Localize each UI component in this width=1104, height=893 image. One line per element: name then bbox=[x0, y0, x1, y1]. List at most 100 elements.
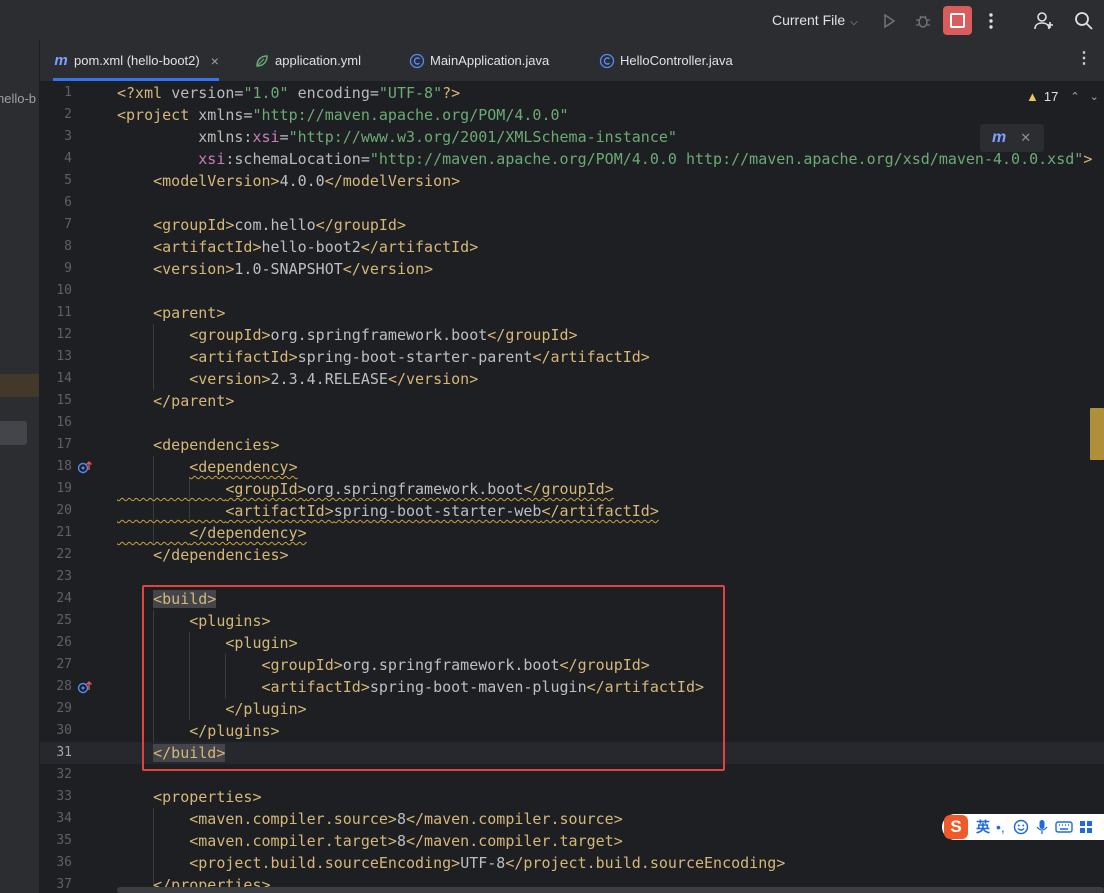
line-number: 1 bbox=[64, 85, 72, 100]
warning-icon: ▲ bbox=[1026, 88, 1039, 104]
close-icon[interactable]: ✕ bbox=[1020, 130, 1031, 146]
line-number: 24 bbox=[56, 591, 72, 606]
line-number: 10 bbox=[56, 283, 72, 298]
tab-pom-xml[interactable]: m pom.xml (hello-boot2) × bbox=[53, 40, 219, 81]
line-number: 23 bbox=[56, 569, 72, 584]
java-class-icon bbox=[599, 53, 615, 69]
line-number: 22 bbox=[56, 547, 72, 562]
line-number: 12 bbox=[56, 327, 72, 342]
close-icon[interactable]: × bbox=[211, 53, 219, 69]
sogou-logo-icon[interactable]: S bbox=[944, 815, 968, 839]
line-number-gutter[interactable]: 1 2 3 4 5 6 7 8 9 10 11 12 13 14 15 16 1… bbox=[40, 82, 116, 893]
line-number: 11 bbox=[56, 305, 72, 320]
code-line[interactable]: <?xml version="1.0" encoding="UTF-8"?> bbox=[117, 82, 460, 104]
code-with-me-button[interactable] bbox=[1031, 8, 1057, 34]
maven-reload-popup: m ✕ bbox=[980, 124, 1044, 152]
code-line-warning[interactable]: <groupId>org.springframework.boot</group… bbox=[117, 478, 613, 500]
line-number: 17 bbox=[56, 437, 72, 452]
line-number: 21 bbox=[56, 525, 72, 540]
code-line[interactable]: <maven.compiler.target>8</maven.compiler… bbox=[117, 830, 623, 852]
code-line[interactable]: xsi:schemaLocation="http://maven.apache.… bbox=[117, 148, 1092, 170]
code-line-warning[interactable]: <artifactId>spring-boot-starter-web</art… bbox=[117, 500, 659, 522]
line-number: 28 bbox=[56, 679, 72, 694]
line-number: 18 bbox=[56, 459, 72, 474]
line-number: 2 bbox=[64, 107, 72, 122]
previous-highlight-icon[interactable]: ⌃ bbox=[1070, 90, 1079, 103]
code-line[interactable]: <dependency> bbox=[117, 456, 297, 478]
debug-button[interactable] bbox=[910, 8, 936, 34]
line-number: 32 bbox=[56, 767, 72, 782]
code-line[interactable]: <modelVersion>4.0.0</modelVersion> bbox=[117, 170, 460, 192]
chevron-down-icon: ⌵ bbox=[850, 17, 858, 28]
maven-icon: m bbox=[54, 52, 68, 69]
line-number: 15 bbox=[56, 393, 72, 408]
line-number: 6 bbox=[64, 195, 72, 210]
line-number: 29 bbox=[56, 701, 72, 716]
project-tree-item[interactable]: hello-b bbox=[0, 91, 36, 106]
line-number: 26 bbox=[56, 635, 72, 650]
java-class-icon bbox=[409, 53, 425, 69]
inspections-widget[interactable]: ▲ 17 ⌃ ⌄ bbox=[1026, 88, 1099, 104]
line-number: 4 bbox=[64, 151, 72, 166]
horizontal-scrollbar[interactable] bbox=[117, 887, 1104, 893]
project-panel: hello-b bbox=[0, 40, 39, 893]
emoji-icon[interactable] bbox=[1013, 819, 1029, 835]
code-line[interactable]: <artifactId>hello-boot2</artifactId> bbox=[117, 236, 478, 258]
tab-options-more-icon[interactable]: ⋮ bbox=[1076, 51, 1092, 67]
code-line[interactable]: <version>1.0-SNAPSHOT</version> bbox=[117, 258, 433, 280]
tab-label: MainApplication.java bbox=[430, 53, 550, 68]
code-line[interactable]: <project xmlns="http://maven.apache.org/… bbox=[117, 104, 569, 126]
code-line[interactable]: <maven.compiler.source>8</maven.compiler… bbox=[117, 808, 623, 830]
line-number: 35 bbox=[56, 833, 72, 848]
ime-punctuation-toggle[interactable]: •, bbox=[996, 819, 1005, 835]
tab-label: pom.xml (hello-boot2) bbox=[74, 53, 200, 68]
line-number: 34 bbox=[56, 811, 72, 826]
ime-language-toggle[interactable]: 英 bbox=[976, 817, 990, 837]
run-button[interactable] bbox=[876, 8, 902, 34]
tab-hello-controller[interactable]: HelloController.java bbox=[599, 40, 733, 81]
code-line[interactable]: </parent> bbox=[117, 390, 234, 412]
code-line[interactable]: </dependencies> bbox=[117, 544, 288, 566]
code-editor[interactable]: 1 2 3 4 5 6 7 8 9 10 11 12 13 14 15 16 1… bbox=[40, 82, 1104, 893]
line-number: 9 bbox=[64, 261, 72, 276]
code-line[interactable]: <dependencies> bbox=[117, 434, 279, 456]
ime-toolbar: S 英 •, bbox=[942, 814, 1104, 840]
next-highlight-icon[interactable]: ⌄ bbox=[1090, 90, 1099, 103]
project-tree-row-highlight[interactable] bbox=[0, 374, 39, 397]
search-everywhere-button[interactable] bbox=[1071, 8, 1097, 34]
run-configuration-label: Current File bbox=[772, 12, 846, 28]
scrollbar-thumb[interactable] bbox=[1090, 408, 1104, 460]
code-line[interactable]: xmlns:xsi="http://www.w3.org/2001/XMLSch… bbox=[117, 126, 677, 148]
maven-reload-icon[interactable]: m bbox=[992, 129, 1006, 147]
code-line[interactable]: <properties> bbox=[117, 786, 261, 808]
line-number: 19 bbox=[56, 481, 72, 496]
code-line[interactable]: <artifactId>spring-boot-starter-parent</… bbox=[117, 346, 650, 368]
keyboard-icon[interactable] bbox=[1055, 820, 1073, 834]
code-line-warning[interactable]: </dependency> bbox=[117, 522, 306, 544]
tab-main-application[interactable]: MainApplication.java bbox=[409, 40, 549, 81]
project-tree-row-selected[interactable] bbox=[0, 421, 27, 445]
run-configuration-selector[interactable]: Current File ⌵ bbox=[772, 11, 858, 29]
code-line[interactable]: <project.build.sourceEncoding>UTF-8</pro… bbox=[117, 852, 785, 874]
line-number: 33 bbox=[56, 789, 72, 804]
annotation-highlight-box bbox=[142, 585, 725, 771]
more-actions-button[interactable] bbox=[978, 8, 1004, 34]
debug-icon bbox=[916, 15, 930, 28]
code-line[interactable]: <groupId>com.hello</groupId> bbox=[117, 214, 406, 236]
code-line[interactable]: <groupId>org.springframework.boot</group… bbox=[117, 324, 577, 346]
microphone-icon[interactable] bbox=[1035, 819, 1049, 835]
line-number: 36 bbox=[56, 855, 72, 870]
spring-config-icon bbox=[254, 53, 270, 69]
tab-application-yml[interactable]: application.yml bbox=[254, 40, 361, 81]
grid-menu-icon[interactable] bbox=[1079, 820, 1093, 834]
stop-button[interactable] bbox=[943, 6, 972, 35]
line-number-current: 31 bbox=[56, 745, 72, 760]
code-line[interactable]: <version>2.3.4.RELEASE</version> bbox=[117, 368, 478, 390]
code-line[interactable]: <parent> bbox=[117, 302, 225, 324]
main-toolbar: Current File ⌵ bbox=[0, 0, 1104, 40]
go-to-dependency-icon[interactable] bbox=[77, 460, 95, 474]
more-vertical-icon bbox=[989, 13, 993, 29]
go-to-dependency-icon[interactable] bbox=[77, 680, 95, 694]
run-icon bbox=[884, 13, 896, 29]
tab-label: HelloController.java bbox=[620, 53, 733, 68]
